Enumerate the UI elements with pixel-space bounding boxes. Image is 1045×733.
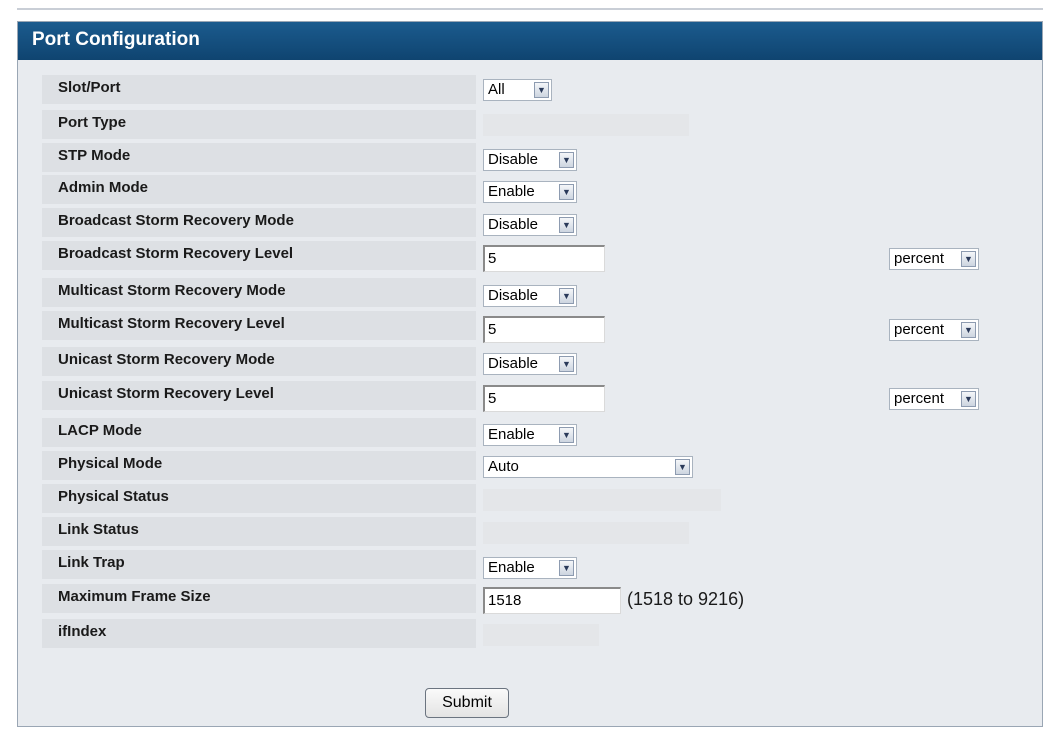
multicast-level-unit-select[interactable]: percent ▼	[889, 319, 979, 341]
slot-port-label: Slot/Port	[42, 75, 476, 104]
physical-mode-value: Auto	[488, 458, 519, 475]
unicast-mode-select[interactable]: Disable ▼	[483, 353, 577, 375]
admin-mode-select[interactable]: Enable ▼	[483, 181, 577, 203]
chevron-down-icon[interactable]: ▼	[675, 459, 690, 475]
chevron-down-icon[interactable]: ▼	[559, 288, 574, 304]
link-status-label: Link Status	[42, 517, 476, 546]
unicast-level-unit-select[interactable]: percent ▼	[889, 388, 979, 410]
physical-status-value	[483, 489, 721, 511]
broadcast-mode-label: Broadcast Storm Recovery Mode	[42, 208, 476, 237]
chevron-down-icon[interactable]: ▼	[559, 184, 574, 200]
broadcast-mode-value: Disable	[488, 216, 539, 233]
max-frame-size-range: (1518 to 9216)	[627, 589, 745, 609]
lacp-mode-select[interactable]: Enable ▼	[483, 424, 577, 446]
max-frame-size-label: Maximum Frame Size	[42, 584, 476, 613]
row-broadcast-level: Broadcast Storm Recovery Level 5 percent…	[18, 241, 1042, 272]
broadcast-level-input[interactable]: 5	[483, 245, 605, 272]
link-trap-select[interactable]: Enable ▼	[483, 557, 577, 579]
ifindex-value	[483, 624, 599, 646]
max-frame-size-input[interactable]: 1518	[483, 587, 621, 614]
row-slot-port: Slot/Port All ▼	[18, 75, 1042, 106]
unicast-level-input[interactable]: 5	[483, 385, 605, 412]
row-max-frame-size: Maximum Frame Size 1518 (1518 to 9216)	[18, 584, 1042, 615]
broadcast-mode-select[interactable]: Disable ▼	[483, 214, 577, 236]
submit-button[interactable]: Submit	[425, 688, 509, 718]
row-unicast-mode: Unicast Storm Recovery Mode Disable ▼	[18, 347, 1042, 378]
unicast-level-label: Unicast Storm Recovery Level	[42, 381, 476, 410]
chevron-down-icon[interactable]: ▼	[961, 391, 976, 407]
row-lacp-mode: LACP Mode Enable ▼	[18, 418, 1042, 449]
row-multicast-mode: Multicast Storm Recovery Mode Disable ▼	[18, 278, 1042, 309]
row-stp-mode: STP Mode Disable ▼	[18, 143, 1042, 174]
physical-mode-select[interactable]: Auto ▼	[483, 456, 693, 478]
link-trap-value: Enable	[488, 559, 535, 576]
row-link-trap: Link Trap Enable ▼	[18, 550, 1042, 581]
ifindex-label: ifIndex	[42, 619, 476, 648]
multicast-mode-label: Multicast Storm Recovery Mode	[42, 278, 476, 307]
row-ifindex: ifIndex	[18, 619, 1042, 650]
port-type-label: Port Type	[42, 110, 476, 139]
chevron-down-icon[interactable]: ▼	[961, 322, 976, 338]
chevron-down-icon[interactable]: ▼	[559, 152, 574, 168]
port-type-value	[483, 114, 689, 136]
row-link-status: Link Status	[18, 517, 1042, 548]
multicast-level-input[interactable]: 5	[483, 316, 605, 343]
link-status-value	[483, 522, 689, 544]
chevron-down-icon[interactable]: ▼	[534, 82, 549, 98]
broadcast-level-label: Broadcast Storm Recovery Level	[42, 241, 476, 270]
top-divider	[17, 8, 1043, 10]
admin-mode-label: Admin Mode	[42, 175, 476, 204]
multicast-level-label: Multicast Storm Recovery Level	[42, 311, 476, 340]
row-unicast-level: Unicast Storm Recovery Level 5 percent ▼	[18, 381, 1042, 412]
row-multicast-level: Multicast Storm Recovery Level 5 percent…	[18, 311, 1042, 343]
unicast-level-unit: percent	[894, 390, 945, 407]
slot-port-select[interactable]: All ▼	[483, 79, 552, 101]
multicast-mode-select[interactable]: Disable ▼	[483, 285, 577, 307]
chevron-down-icon[interactable]: ▼	[559, 356, 574, 372]
link-trap-label: Link Trap	[42, 550, 476, 579]
physical-mode-label: Physical Mode	[42, 451, 476, 480]
broadcast-level-unit-select[interactable]: percent ▼	[889, 248, 979, 270]
stp-mode-select[interactable]: Disable ▼	[483, 149, 577, 171]
multicast-mode-value: Disable	[488, 287, 539, 304]
row-admin-mode: Admin Mode Enable ▼	[18, 175, 1042, 206]
broadcast-level-unit: percent	[894, 250, 945, 267]
multicast-level-unit: percent	[894, 321, 945, 338]
lacp-mode-value: Enable	[488, 426, 535, 443]
row-physical-mode: Physical Mode Auto ▼	[18, 451, 1042, 482]
slot-port-value: All	[488, 81, 505, 98]
stp-mode-label: STP Mode	[42, 143, 476, 172]
row-broadcast-mode: Broadcast Storm Recovery Mode Disable ▼	[18, 208, 1042, 239]
panel-title: Port Configuration	[18, 22, 1042, 60]
chevron-down-icon[interactable]: ▼	[559, 427, 574, 443]
chevron-down-icon[interactable]: ▼	[961, 251, 976, 267]
chevron-down-icon[interactable]: ▼	[559, 217, 574, 233]
stp-mode-value: Disable	[488, 151, 539, 168]
row-port-type: Port Type	[18, 110, 1042, 141]
physical-status-label: Physical Status	[42, 484, 476, 513]
admin-mode-value: Enable	[488, 183, 535, 200]
port-configuration-panel: Port Configuration Slot/Port All ▼ Port …	[17, 21, 1043, 727]
chevron-down-icon[interactable]: ▼	[559, 560, 574, 576]
lacp-mode-label: LACP Mode	[42, 418, 476, 447]
unicast-mode-label: Unicast Storm Recovery Mode	[42, 347, 476, 376]
row-physical-status: Physical Status	[18, 484, 1042, 515]
unicast-mode-value: Disable	[488, 355, 539, 372]
